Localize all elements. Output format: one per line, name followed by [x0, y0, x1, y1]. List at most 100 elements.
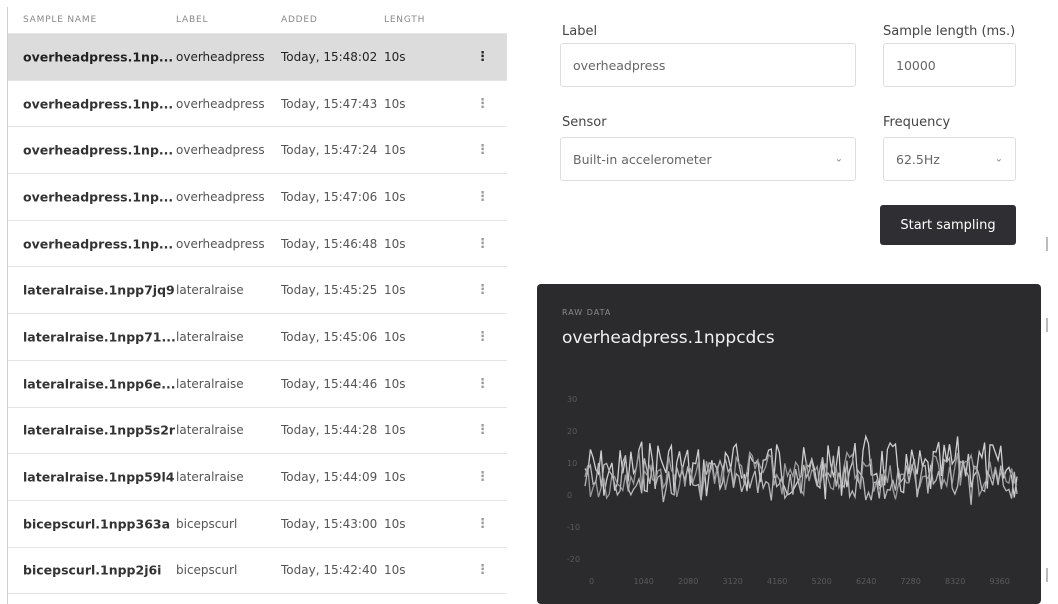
vertical-dots-icon[interactable]: ⋮ — [476, 96, 489, 111]
table-row[interactable]: lateralraise.1npp5s2r lateralraise Today, … — [8, 408, 507, 455]
table-row[interactable]: overheadpress.1np... overheadpress Today, … — [8, 127, 507, 175]
scroll-mark — [1046, 318, 1056, 332]
frequency-select-value: 62.5Hz — [896, 151, 940, 167]
sample-length-title: Sample length (ms.) — [883, 24, 1016, 39]
sample-name-cell: overheadpress.1np... — [23, 189, 174, 205]
x-tick-label: 2080 — [678, 577, 698, 586]
label-cell: overheadpress — [176, 189, 265, 204]
sample-name-cell: overheadpress.1np... — [23, 49, 174, 65]
added-cell: Today, 15:44:46 — [281, 376, 378, 391]
vertical-dots-icon[interactable]: ⋮ — [476, 516, 489, 531]
x-tick-label: 7280 — [901, 577, 921, 586]
table-row[interactable]: overheadpress.1np... overheadpress Today, … — [8, 34, 507, 81]
sensor-field-title: Sensor — [562, 115, 607, 130]
y-tick-label: -10 — [567, 523, 580, 532]
table-row[interactable]: overheadpress.1np... overheadpress Today, … — [8, 174, 507, 221]
sample-name-cell: bicepscurl.1npp363a — [23, 516, 171, 532]
frequency-select[interactable]: 62.5Hz ⌄ — [883, 137, 1016, 181]
raw-data-panel: RAW DATA overheadpress.1nppcdcs 30 20 10 0-… — [537, 284, 1041, 604]
x-tick-label: 0 — [589, 577, 594, 586]
label-cell: bicepscurl — [176, 563, 238, 578]
sample-name-cell: overheadpress.1np... — [23, 142, 174, 158]
vertical-dots-icon[interactable]: ⋮ — [476, 563, 489, 578]
sensor-select-value: Built-in accelerometer — [573, 151, 712, 167]
added-cell: Today, 15:47:43 — [281, 96, 378, 111]
chevron-down-icon: ⌄ — [834, 153, 843, 165]
scroll-mark — [1046, 237, 1056, 251]
table-row[interactable]: lateralraise.1npp59l4 lateralraise Today, … — [8, 454, 507, 501]
label-cell: lateralraise — [176, 283, 244, 298]
vertical-dots-icon[interactable]: ⋮ — [476, 236, 489, 251]
length-cell: 10s — [384, 49, 406, 64]
length-cell: 10s — [384, 563, 406, 578]
y-tick-label: -20 — [567, 555, 580, 564]
table-row[interactable]: overheadpress.1np... overheadpress Today, … — [8, 221, 507, 268]
sample-name-cell: overheadpress.1np... — [23, 96, 174, 112]
added-cell: Today, 15:47:06 — [281, 189, 378, 204]
label-cell: lateralraise — [176, 470, 244, 485]
vertical-dots-icon[interactable]: ⋮ — [476, 49, 489, 64]
label-cell: lateralraise — [176, 329, 244, 344]
label-cell: overheadpress — [176, 96, 265, 111]
chevron-down-icon: ⌄ — [994, 153, 1003, 165]
y-tick-label: 30 — [567, 395, 577, 404]
frequency-field-title: Frequency — [883, 115, 951, 130]
sample-length-value: 10000 — [896, 57, 936, 73]
sample-length-input[interactable]: 10000 — [883, 43, 1016, 87]
added-cell: Today, 15:46:48 — [281, 236, 378, 251]
table-row[interactable]: lateralraise.1npp71... lateralraise Today,… — [8, 314, 507, 361]
added-cell: Today, 15:44:09 — [281, 470, 378, 485]
col-label[interactable]: LABEL — [176, 15, 208, 25]
sample-name-cell: overheadpress.1np... — [23, 236, 174, 252]
added-cell: Today, 15:47:24 — [281, 143, 378, 158]
sensor-select[interactable]: Built-in accelerometer ⌄ — [560, 137, 856, 181]
table-row[interactable]: overheadpress.1np... overheadpress Today, … — [8, 81, 507, 128]
scroll-mark — [1046, 568, 1056, 582]
vertical-dots-icon[interactable]: ⋮ — [476, 143, 489, 158]
table-row[interactable]: bicepscurl.1npp363a bicepscurl Today, 15:4… — [8, 501, 507, 548]
x-tick-label: 5200 — [812, 577, 832, 586]
col-length[interactable]: LENGTH — [384, 15, 425, 25]
x-tick-label: 6240 — [856, 577, 876, 586]
sample-name-cell: lateralraise.1npp71... — [23, 329, 176, 345]
label-input[interactable]: overheadpress — [560, 43, 856, 87]
col-sample-name[interactable]: SAMPLE NAME — [23, 15, 97, 25]
table-row[interactable]: lateralraise.1npp7jq9 lateralraise Today, … — [8, 267, 507, 315]
label-input-value: overheadpress — [573, 57, 666, 73]
length-cell: 10s — [384, 329, 406, 344]
label-field-title: Label — [562, 24, 598, 39]
sample-name-cell: lateralraise.1npp6e... — [23, 376, 176, 392]
vertical-dots-icon[interactable]: ⋮ — [476, 283, 489, 298]
sampling-form: Label overheadpress Sample length (ms.) … — [538, 7, 1034, 262]
length-cell: 10s — [384, 376, 406, 391]
x-tick-label: 8320 — [945, 577, 965, 586]
start-sampling-button[interactable]: Start sampling — [880, 205, 1016, 245]
x-tick-label: 9360 — [990, 577, 1010, 586]
sample-name-cell: bicepscurl.1npp2j6i — [23, 562, 162, 578]
col-added[interactable]: ADDED — [281, 15, 318, 25]
label-cell: bicepscurl — [176, 516, 238, 531]
added-cell: Today, 15:48:02 — [281, 49, 378, 64]
length-cell: 10s — [384, 283, 406, 298]
vertical-dots-icon[interactable]: ⋮ — [476, 470, 489, 485]
length-cell: 10s — [384, 423, 406, 438]
sample-name-cell: lateralraise.1npp5s2r — [23, 422, 176, 438]
length-cell: 10s — [384, 96, 406, 111]
added-cell: Today, 15:42:40 — [281, 563, 378, 578]
table-body: overheadpress.1np... overheadpress Today, … — [8, 34, 507, 595]
label-cell: overheadpress — [176, 143, 265, 158]
vertical-dots-icon[interactable]: ⋮ — [476, 423, 489, 438]
length-cell: 10s — [384, 189, 406, 204]
y-tick-label: 10 — [567, 459, 577, 468]
label-cell: lateralraise — [176, 423, 244, 438]
table-row[interactable]: lateralraise.1npp6e... lateralraise Today,… — [8, 361, 507, 408]
length-cell: 10s — [384, 516, 406, 531]
raw-data-plot: 30 20 10 0 -10 -20 0 1040 2080 3120 4160 5200 6240 72… — [567, 395, 1018, 586]
added-cell: Today, 15:44:28 — [281, 423, 378, 438]
x-tick-label: 1040 — [634, 577, 654, 586]
vertical-dots-icon[interactable]: ⋮ — [476, 376, 489, 391]
label-cell: overheadpress — [176, 49, 265, 64]
table-row[interactable]: bicepscurl.1npp2j6i bicepscurl Today, 15:4… — [8, 548, 507, 595]
vertical-dots-icon[interactable]: ⋮ — [476, 329, 489, 344]
vertical-dots-icon[interactable]: ⋮ — [476, 189, 489, 204]
